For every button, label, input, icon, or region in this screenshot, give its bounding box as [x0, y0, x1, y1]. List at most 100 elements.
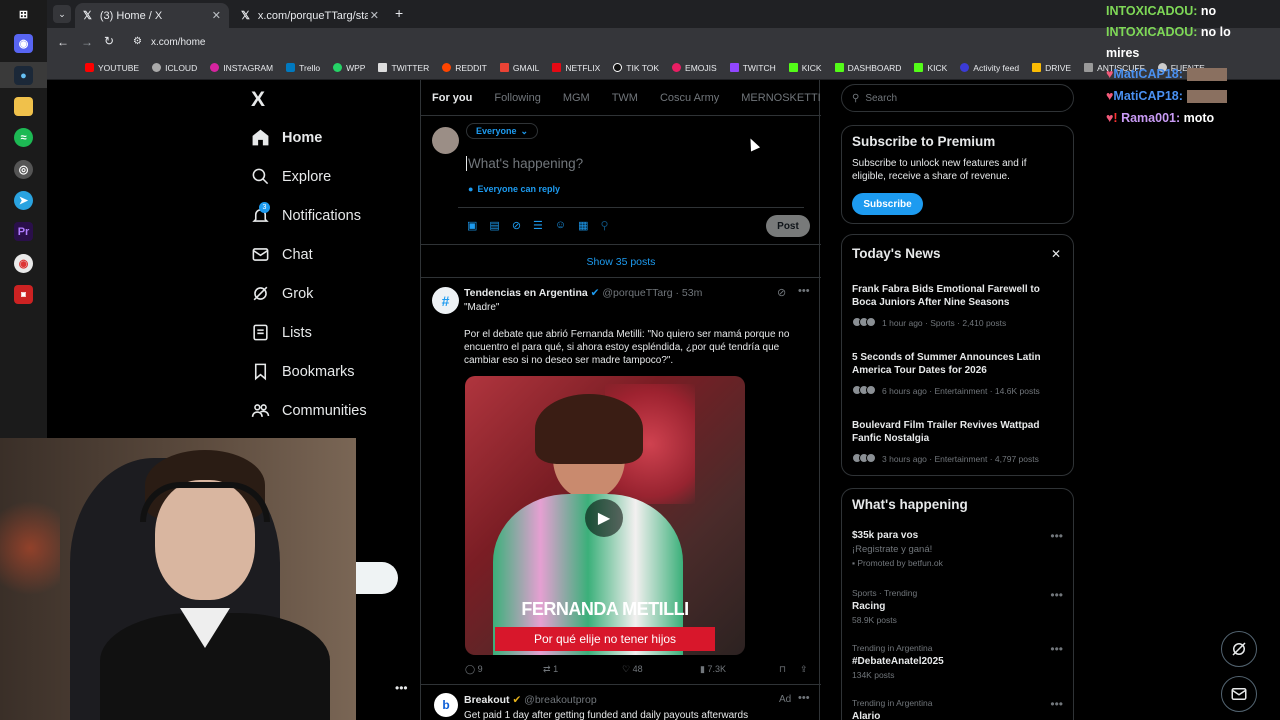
new-tab-icon[interactable]: + [395, 5, 403, 21]
post[interactable]: # Tendencias en Argentina ✔ @porqueTTarg… [421, 279, 821, 685]
ad-post[interactable]: b Breakout ✔ @breakoutprop Ad ••• Get pa… [421, 686, 821, 720]
nav-grok[interactable]: Grok [251, 284, 313, 303]
trend-item-promoted[interactable]: $35k para vos ¡Registrate y ganá! ▪ Prom… [852, 530, 1062, 568]
subscribe-button[interactable]: Subscribe [852, 193, 923, 215]
bookmark-item[interactable]: TWITTER [378, 63, 429, 73]
views-action[interactable]: ▮ 7.3K [700, 664, 726, 675]
bookmark-item[interactable]: DASHBOARD [834, 63, 901, 73]
post-handle[interactable]: @porqueTTarg [602, 287, 672, 299]
bookmark-item[interactable]: REDDIT [442, 63, 487, 73]
trend-item[interactable]: Sports · Trending Racing 58.9K posts [852, 588, 1062, 625]
tab-mernosketti[interactable]: MERNOSKETTI [741, 92, 820, 104]
folder-icon[interactable] [14, 97, 33, 116]
repost-action[interactable]: ⇄ 1 [543, 664, 558, 675]
more-icon[interactable]: ••• [1050, 642, 1063, 656]
close-tab-icon[interactable]: ✕ [370, 9, 379, 22]
bookmark-item[interactable]: ICLOUD [152, 63, 197, 73]
tab-status[interactable]: 𝕏 x.com/porqueTTarg/status/199... ✕ [233, 3, 387, 28]
bookmark-item[interactable]: WPP [333, 63, 365, 73]
trend-item[interactable]: Trending in Argentina #DebateAnatel2025 … [852, 643, 1062, 680]
audience-selector[interactable]: Everyone ⌄ [466, 123, 539, 139]
show-posts-button[interactable]: Show 35 posts [421, 246, 821, 278]
image-icon[interactable]: ▣ [467, 219, 477, 232]
play-icon[interactable]: ▶ [585, 499, 623, 537]
bookmark-item[interactable]: KICK [914, 63, 947, 73]
grok-icon[interactable]: ⊘ [777, 286, 786, 299]
tab-twm[interactable]: TWM [612, 92, 638, 104]
tab-coscu-army[interactable]: Coscu Army [660, 92, 719, 104]
gif-icon[interactable]: ▤ [489, 219, 499, 232]
bookmark-item[interactable]: EMOJIS [672, 63, 717, 73]
post-video[interactable]: ▶ FERNANDA METILLI Por qué elije no tene… [465, 376, 745, 655]
grok-fab[interactable] [1221, 631, 1257, 667]
news-item[interactable]: 5 Seconds of Summer Announces Latin Amer… [852, 351, 1062, 400]
forward-icon[interactable]: → [81, 35, 93, 49]
tab-for-you[interactable]: For you [432, 92, 472, 104]
steam-icon[interactable]: ● [14, 66, 33, 85]
account-more-icon[interactable]: ••• [395, 681, 408, 695]
like-action[interactable]: ♡ 48 [622, 664, 643, 675]
post-time[interactable]: 53m [682, 287, 702, 299]
nav-explore[interactable]: Explore [251, 167, 331, 186]
bookmark-item[interactable]: KICK [788, 63, 822, 73]
spotify-icon[interactable]: ≈ [14, 128, 33, 147]
post-button[interactable]: Post [766, 215, 810, 237]
reply-setting[interactable]: ● Everyone can reply [468, 184, 560, 194]
chrome-icon[interactable]: ◉ [14, 254, 33, 273]
bookmark-item[interactable]: Trello [286, 63, 320, 73]
bookmark-item[interactable]: YOUTUBE [85, 63, 139, 73]
tab-home[interactable]: 𝕏 (3) Home / X ✕ [75, 3, 229, 28]
search-box[interactable]: ⚲ Search [841, 84, 1074, 112]
url-field[interactable]: x.com/home [151, 37, 205, 48]
trend-item[interactable]: Trending in Argentina Alario [852, 698, 1062, 720]
more-icon[interactable]: ••• [798, 692, 810, 704]
close-tab-icon[interactable]: ✕ [212, 9, 221, 22]
emoji-icon[interactable]: ☺ [555, 219, 566, 232]
avatar[interactable] [432, 127, 459, 154]
post-author[interactable]: Tendencias en Argentina [464, 287, 588, 299]
nav-lists[interactable]: Lists [251, 323, 312, 342]
nav-bookmarks[interactable]: Bookmarks [251, 362, 355, 381]
nav-communities[interactable]: Communities [251, 401, 367, 420]
more-icon[interactable]: ••• [1050, 588, 1063, 602]
more-icon[interactable]: ••• [1050, 529, 1063, 543]
tab-following[interactable]: Following [494, 92, 540, 104]
bookmark-item[interactable]: GMAIL [499, 63, 539, 73]
messages-fab[interactable] [1221, 676, 1257, 712]
obs-icon[interactable]: ◎ [14, 160, 33, 179]
tab-mgm[interactable]: MGM [563, 92, 590, 104]
post-button-partial[interactable] [356, 562, 398, 594]
news-item[interactable]: Frank Fabra Bids Emotional Farewell to B… [852, 283, 1062, 332]
bookmark-action[interactable]: ⊓ [779, 664, 786, 675]
bookmark-item[interactable]: TIK TOK [613, 63, 659, 73]
app-icon[interactable]: ▣ [14, 285, 33, 304]
grok-icon[interactable]: ⊘ [512, 219, 521, 232]
back-icon[interactable]: ← [57, 35, 69, 49]
bookmark-item[interactable]: NETFLIX [552, 63, 600, 73]
nav-home[interactable]: Home [251, 128, 322, 147]
discord-icon[interactable]: ◉ [14, 34, 33, 53]
bookmark-item[interactable]: INSTAGRAM [210, 63, 273, 73]
poll-icon[interactable]: ☰ [533, 219, 543, 232]
bookmark-item[interactable]: TWITCH [729, 63, 776, 73]
schedule-icon[interactable]: ▦ [578, 219, 588, 232]
share-icon[interactable]: ⇪ [800, 664, 808, 675]
hashtag-avatar-icon[interactable]: # [432, 287, 459, 314]
windows-start-icon[interactable]: ⊞ [14, 5, 33, 24]
reply-action[interactable]: ◯ 9 [465, 664, 483, 675]
compose-input[interactable]: What's happening? [466, 156, 796, 171]
reload-icon[interactable]: ↻ [104, 34, 114, 48]
location-icon[interactable]: ⚲ [601, 219, 609, 232]
more-icon[interactable]: ••• [1050, 697, 1063, 711]
nav-notifications[interactable]: 3 Notifications [251, 202, 361, 225]
bookmark-item[interactable]: DRIVE [1032, 63, 1071, 73]
news-item[interactable]: Boulevard Film Trailer Revives Wattpad F… [852, 419, 1062, 468]
more-icon[interactable]: ••• [798, 285, 810, 297]
close-icon[interactable]: ✕ [1051, 247, 1061, 261]
nav-chat[interactable]: Chat [251, 245, 313, 264]
premiere-icon[interactable]: Pr [14, 222, 33, 241]
bookmark-item[interactable]: Activity feed [960, 63, 1019, 73]
telegram-icon[interactable]: ➤ [14, 191, 33, 210]
breakout-avatar[interactable]: b [434, 693, 458, 717]
site-info-icon[interactable]: ⚙ [133, 36, 142, 47]
